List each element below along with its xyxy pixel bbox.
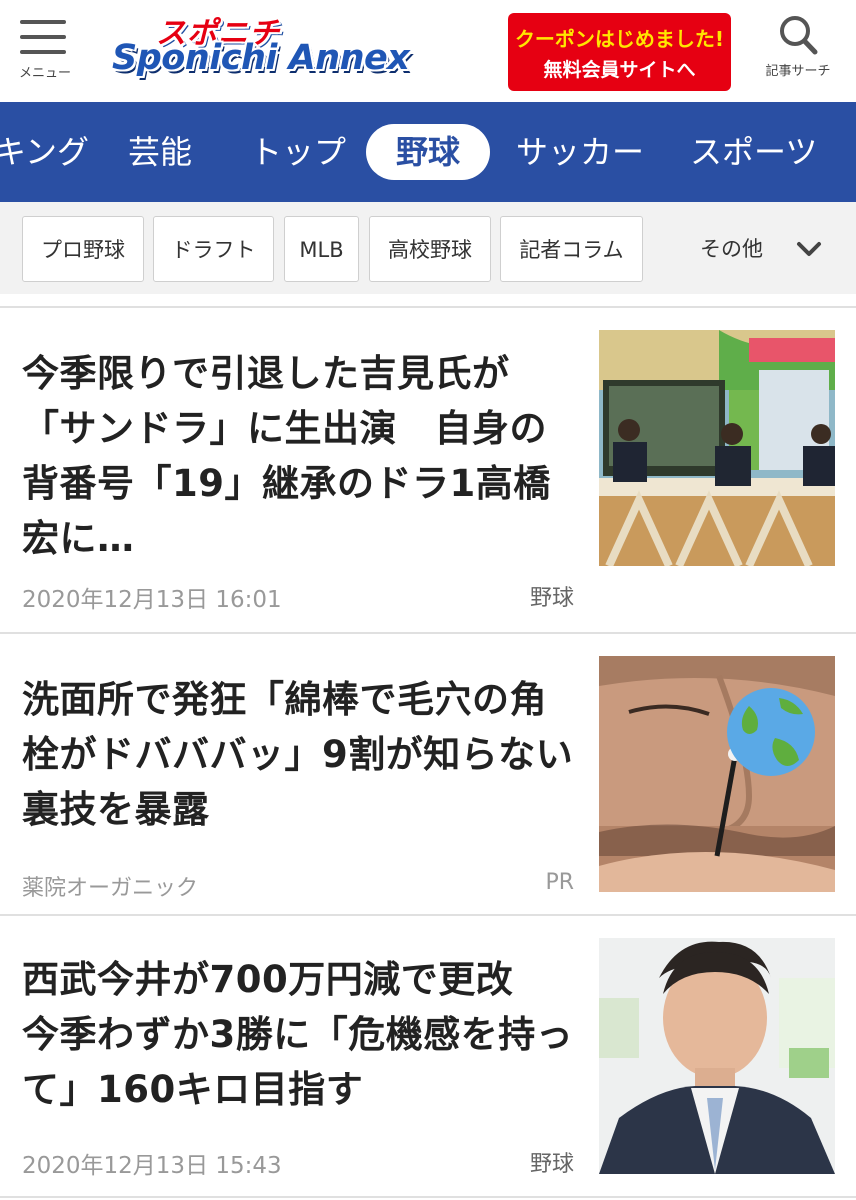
tab-entertainment[interactable]: 芸能 xyxy=(128,102,192,202)
menu-button[interactable]: メニュー xyxy=(14,14,76,84)
article-item[interactable]: 西武今井が700万円減で更改 今季わずか3勝に「危機感を持って」160キロ目指す… xyxy=(0,916,856,1196)
menu-label: メニュー xyxy=(18,66,71,81)
tv-studio-photo xyxy=(599,330,835,566)
article-thumbnail xyxy=(599,656,835,892)
article-title: 西武今井が700万円減で更改 今季わずか3勝に「危機感を持って」160キロ目指す xyxy=(22,958,574,1111)
divider xyxy=(0,1196,856,1198)
coupon-line1: クーポンはじめました! xyxy=(514,27,725,51)
search-button[interactable]: 記事サーチ xyxy=(758,10,838,86)
more-dropdown[interactable]: その他 xyxy=(700,216,830,282)
player-press-conference-photo xyxy=(599,938,835,1174)
article-thumbnail xyxy=(599,938,835,1174)
site-header: メニュー スポニチ Sponichi Annex クーポンはじめました! 無料会… xyxy=(0,0,856,102)
article-item[interactable]: 今季限りで引退した吉見氏が「サンドラ」に生出演 自身の背番号「19」継承のドラ1… xyxy=(0,308,856,632)
article-title: 洗面所で発狂「綿棒で毛穴の角栓がドバババッ」9割が知らない裏技を暴露 xyxy=(22,678,574,831)
site-logo[interactable]: スポニチ Sponichi Annex xyxy=(112,8,428,80)
category-nav: キング 芸能 トップ 野球 サッカー スポーツ xyxy=(0,102,856,202)
article-date: 2020年12月13日 16:01 xyxy=(22,587,282,613)
tab-sports[interactable]: スポーツ xyxy=(690,102,817,202)
chip-mlb[interactable]: MLB xyxy=(284,216,359,282)
chip-pro-baseball[interactable]: プロ野球 xyxy=(22,216,144,282)
chip-draft[interactable]: ドラフト xyxy=(153,216,274,282)
tab-baseball[interactable]: 野球 xyxy=(366,124,490,180)
article-category: 野球 xyxy=(529,586,574,611)
tab-top[interactable]: トップ xyxy=(250,102,346,202)
coupon-line2: 無料会員サイトへ xyxy=(543,59,696,81)
article-title: 今季限りで引退した吉見氏が「サンドラ」に生出演 自身の背番号「19」継承のドラ1… xyxy=(22,352,551,560)
chip-high-school-baseball[interactable]: 高校野球 xyxy=(369,216,491,282)
sub-nav: プロ野球 ドラフト MLB 高校野球 記者コラム その他 xyxy=(0,202,856,294)
pr-badge: PR xyxy=(545,870,574,895)
coupon-banner[interactable]: クーポンはじめました! 無料会員サイトへ xyxy=(508,13,731,91)
tab-ranking[interactable]: キング xyxy=(0,102,89,202)
search-label: 記事サーチ xyxy=(765,64,831,79)
logo-text-bottom: Sponichi Annex xyxy=(112,38,410,78)
article-date: 2020年12月13日 15:43 xyxy=(22,1153,282,1179)
tab-soccer[interactable]: サッカー xyxy=(516,102,644,202)
article-thumbnail xyxy=(599,330,835,566)
face-cotton-swab-photo xyxy=(599,656,835,892)
article-category: 野球 xyxy=(529,1152,574,1177)
search-icon xyxy=(780,16,818,55)
article-item-pr[interactable]: 洗面所で発狂「綿棒で毛穴の角栓がドバババッ」9割が知らない裏技を暴露 薬院オーガ… xyxy=(0,634,856,914)
article-source: 薬院オーガニック xyxy=(22,876,199,901)
hamburger-icon xyxy=(20,18,66,54)
chip-reporter-column[interactable]: 記者コラム xyxy=(500,216,643,282)
more-label: その他 xyxy=(700,237,763,261)
chevron-down-icon xyxy=(797,242,821,256)
